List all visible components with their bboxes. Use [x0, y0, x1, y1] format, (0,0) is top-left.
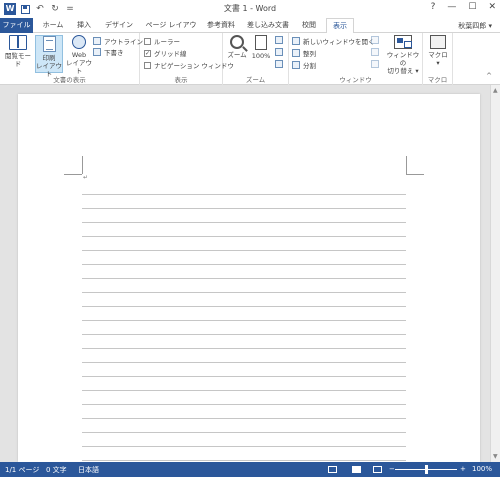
book-icon	[9, 35, 27, 50]
outline-button[interactable]: アウトライン	[93, 36, 143, 46]
tab-design[interactable]: デザイン	[101, 18, 137, 33]
window-title: 文書 1 - Word	[223, 4, 277, 13]
split-button[interactable]: 分割	[292, 60, 316, 70]
document-gridlines	[82, 181, 406, 462]
document-area: ↵ ▲ ▼	[0, 85, 500, 462]
page-count[interactable]: 1/1 ページ	[5, 465, 39, 475]
read-mode-button[interactable]: 閲覧モード	[3, 35, 33, 68]
ruler-checkbox[interactable]: ルーラー	[144, 36, 180, 46]
print-layout-view-icon[interactable]	[352, 466, 361, 473]
word-count[interactable]: 0 文字	[46, 465, 67, 475]
group-label-zoom: ズーム	[245, 76, 266, 84]
web-layout-view-icon[interactable]	[373, 466, 382, 473]
tab-review[interactable]: 校閲	[298, 18, 320, 33]
outline-icon	[93, 37, 101, 45]
macro-icon	[430, 35, 446, 49]
print-layout-button[interactable]: 印刷 レイアウト	[35, 35, 63, 78]
ruler-check-box[interactable]	[144, 37, 151, 45]
new-window-icon	[292, 37, 300, 45]
gridlines-check-box[interactable]: ✓	[144, 49, 151, 57]
tab-mailings[interactable]: 差し込み文書	[243, 18, 293, 33]
reset-window-icon[interactable]	[371, 60, 379, 68]
crop-mark-right-vertical	[406, 156, 407, 174]
minimize-button[interactable]: —	[447, 2, 456, 12]
navigation-pane-checkbox[interactable]: ナビゲーション ウィンドウ	[144, 60, 234, 70]
group-window: 新しいウィンドウを開く 整列 分割 ウィンドウの 切り替え ▾ ウィンドウ	[289, 33, 423, 85]
arrange-icon	[292, 49, 300, 57]
title-bar: W ↶ ↻ = 文書 1 - Word ? — ☐ ✕	[0, 0, 500, 18]
arrange-all-button[interactable]: 整列	[292, 48, 316, 58]
magnifier-icon	[230, 35, 244, 49]
tab-view[interactable]: 表示	[326, 18, 354, 34]
tab-insert[interactable]: 挿入	[72, 18, 96, 33]
multiple-pages-icon[interactable]	[275, 48, 283, 56]
zoom-button[interactable]: ズーム	[226, 35, 248, 59]
group-label-window: ウィンドウ	[339, 76, 372, 84]
page-width-icon[interactable]	[275, 60, 283, 68]
group-macros: マクロ ▾ マクロ	[423, 33, 453, 85]
window-controls: ? — ☐ ✕	[431, 2, 496, 12]
close-button[interactable]: ✕	[488, 2, 496, 12]
zoom-slider-thumb[interactable]	[425, 465, 428, 474]
group-views: 閲覧モード 印刷 レイアウト Web レイアウト アウトライン 下書き 文書の表…	[0, 33, 143, 85]
collapse-ribbon-icon[interactable]: ^	[486, 72, 492, 80]
draft-icon	[93, 48, 101, 56]
tab-references[interactable]: 参考資料	[204, 18, 238, 33]
one-page-icon[interactable]	[275, 36, 283, 44]
new-window-button[interactable]: 新しいウィンドウを開く	[292, 36, 375, 46]
group-label-views: 文書の表示	[53, 76, 86, 84]
crop-mark-right-horizontal	[406, 174, 424, 175]
tab-home[interactable]: ホーム	[38, 18, 68, 33]
zoom-out-button[interactable]: −	[389, 465, 395, 473]
language-indicator[interactable]: 日本語	[78, 465, 99, 475]
user-name[interactable]: 秋葉四郎 ▾	[458, 21, 492, 31]
zoom-100-button[interactable]: 100%	[250, 35, 272, 60]
group-label-macros: マクロ	[427, 76, 448, 84]
group-show: ルーラー ✓ グリッド線 ナビゲーション ウィンドウ 表示	[140, 33, 234, 85]
web-layout-button[interactable]: Web レイアウト	[65, 35, 93, 75]
group-zoom: ズーム 100% ズーム	[223, 33, 289, 85]
group-label-show: 表示	[174, 76, 188, 84]
zoom-slider[interactable]	[395, 465, 457, 474]
maximize-button[interactable]: ☐	[468, 2, 476, 12]
zoom-level[interactable]: 100%	[472, 465, 492, 473]
windows-icon	[394, 35, 412, 49]
document-page[interactable]: ↵	[18, 94, 480, 462]
help-button[interactable]: ?	[431, 2, 436, 12]
crop-mark-left-horizontal	[64, 174, 82, 175]
split-icon	[292, 61, 300, 69]
read-mode-view-icon[interactable]	[328, 466, 337, 473]
draft-button[interactable]: 下書き	[93, 47, 124, 57]
ribbon: 閲覧モード 印刷 レイアウト Web レイアウト アウトライン 下書き 文書の表…	[0, 33, 500, 85]
gridlines-checkbox[interactable]: ✓ グリッド線	[144, 48, 187, 58]
zoom-in-button[interactable]: +	[460, 465, 466, 473]
switch-windows-button[interactable]: ウィンドウの 切り替え ▾	[385, 35, 421, 75]
vertical-scrollbar[interactable]: ▲ ▼	[490, 85, 500, 462]
crop-mark-left-vertical	[82, 156, 83, 174]
nav-pane-check-box[interactable]	[144, 61, 151, 69]
scroll-down-icon[interactable]: ▼	[493, 453, 498, 460]
paragraph-mark: ↵	[83, 174, 89, 181]
ribbon-tabs: ファイル ホーム 挿入 デザイン ページ レイアウト 参考資料 差し込み文書 校…	[0, 18, 500, 43]
macros-button[interactable]: マクロ ▾	[426, 35, 450, 67]
hundred-percent-icon	[255, 35, 267, 50]
status-bar: 1/1 ページ 0 文字 日本語 − + 100%	[0, 462, 500, 477]
globe-icon	[72, 35, 86, 49]
page-icon	[42, 36, 56, 52]
scroll-up-icon[interactable]: ▲	[493, 87, 498, 94]
view-side-by-side-icon[interactable]	[371, 36, 379, 44]
tab-page-layout[interactable]: ページ レイアウト	[142, 18, 200, 43]
tab-file[interactable]: ファイル	[0, 18, 33, 33]
sync-scroll-icon[interactable]	[371, 48, 379, 56]
